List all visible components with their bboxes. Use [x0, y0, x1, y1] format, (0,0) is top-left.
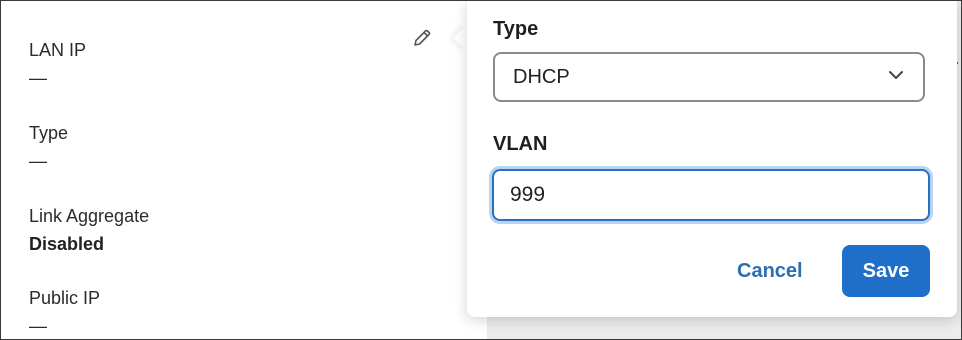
edit-interface-popover: Type DHCP VLAN Cancel Save: [467, 1, 957, 317]
chevron-down-icon: [887, 66, 905, 89]
lan-ip-value: —: [29, 68, 47, 88]
link-aggregate-value: Disabled: [29, 234, 105, 254]
type-label: Type: [29, 123, 69, 143]
vlan-section-label: VLAN: [493, 133, 548, 155]
lan-ip-field: LAN IP —: [29, 39, 86, 89]
link-aggregate-field: Link Aggregate Disabled: [29, 205, 149, 255]
public-ip-field: Public IP —: [29, 287, 100, 337]
vlan-input[interactable]: [492, 169, 930, 221]
type-select-value: DHCP: [513, 65, 570, 88]
edit-button[interactable]: [407, 25, 437, 55]
lan-ip-label: LAN IP: [29, 40, 87, 60]
type-select[interactable]: DHCP: [493, 52, 925, 102]
screenshot-frame: LAN IP — Type — Link Aggregate Disabled …: [0, 0, 962, 340]
pencil-icon: [411, 27, 433, 54]
save-button[interactable]: Save: [842, 245, 930, 297]
cancel-button[interactable]: Cancel: [737, 253, 803, 289]
vlan-input-focus-ring: [489, 166, 933, 224]
public-ip-value: —: [29, 316, 47, 336]
type-section-label: Type: [493, 18, 539, 40]
public-ip-label: Public IP: [29, 288, 101, 308]
interface-details-panel: LAN IP — Type — Link Aggregate Disabled …: [1, 1, 487, 339]
type-value: —: [29, 151, 47, 171]
type-field: Type —: [29, 122, 68, 172]
link-aggregate-label: Link Aggregate: [29, 206, 150, 226]
